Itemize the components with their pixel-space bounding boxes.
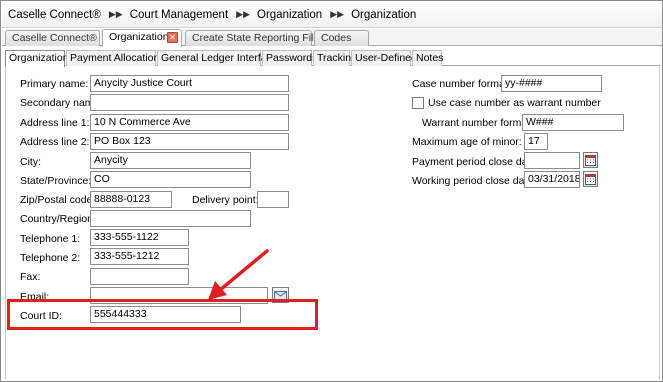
state-label: State/Province: [20,175,92,187]
use-case-number-warrant-label: Use case number as warrant number [428,97,601,109]
breadcrumb-item-organization-current[interactable]: Organization [351,9,416,21]
case-number-format-label: Case number format: [412,78,511,90]
subtab-notes[interactable]: Notes [412,50,443,66]
breadcrumb-item-court-management[interactable]: Court Management [130,9,228,21]
court-id-label: Court ID: [20,310,63,322]
country-field[interactable] [90,210,251,227]
payment-period-calendar-button[interactable] [583,152,598,168]
fax-label: Fax: [20,271,41,283]
secondary-name-field[interactable] [90,94,289,111]
email-field[interactable] [90,287,268,304]
address-line2-field[interactable]: PO Box 123 [90,133,289,150]
warrant-number-format-field[interactable]: W### [522,114,624,131]
zip-field[interactable]: 88888-0123 [90,191,172,208]
warrant-number-format-label: Warrant number format: [422,117,534,129]
tab-codes[interactable]: Codes [314,30,369,46]
telephone1-label: Telephone 1: [20,233,81,245]
breadcrumb: Caselle Connect® ▶▶ Court Management ▶▶ … [2,2,662,28]
subtab-tracking[interactable]: Tracking [313,50,357,66]
max-age-minor-label: Maximum age of minor: [412,136,522,148]
document-tabs: Caselle Connect® Organization ✕ Create St… [2,29,662,47]
working-period-close-label: Working period close date: [412,175,537,187]
working-period-calendar-button[interactable] [583,171,598,187]
tab-organization[interactable]: Organization ✕ [102,29,182,47]
delivery-point-field[interactable] [257,191,289,208]
city-field[interactable]: Anycity [90,152,251,169]
country-label: Country/Region: [20,213,96,225]
tab-label: Create State Reporting File [192,32,320,44]
chevron-right-icon: ▶▶ [330,9,345,19]
telephone2-field[interactable]: 333-555-1212 [90,248,189,265]
close-icon[interactable]: ✕ [167,32,178,43]
address-line1-label: Address line 1: [20,117,90,129]
address-line1-field[interactable]: 10 N Commerce Ave [90,114,289,131]
envelope-icon [274,291,287,300]
telephone1-field[interactable]: 333-555-1122 [90,229,189,246]
tab-label: Codes [321,32,352,44]
subtab-general-ledger-interface[interactable]: General Ledger Interface [157,50,278,66]
tab-label: Caselle Connect® [12,32,97,44]
case-number-format-field[interactable]: yy-#### [501,75,602,92]
app-window: Caselle Connect® ▶▶ Court Management ▶▶ … [0,0,663,382]
tab-create-state-reporting-file[interactable]: Create State Reporting File [185,30,319,46]
breadcrumb-item-organization[interactable]: Organization [257,9,322,21]
address-line2-label: Address line 2: [20,136,90,148]
chevron-right-icon: ▶▶ [108,9,123,19]
tab-label: Organization [109,31,169,43]
zip-label: Zip/Postal code: [20,194,96,206]
section-tabs: Organization Payment Allocations General… [5,50,660,67]
city-label: City: [20,156,41,168]
telephone2-label: Telephone 2: [20,252,81,264]
subtab-organization[interactable]: Organization [5,50,69,67]
tab-caselle-connect[interactable]: Caselle Connect® [5,30,100,46]
use-case-number-warrant-checkbox[interactable] [412,97,424,109]
calendar-icon [585,174,596,185]
court-id-field[interactable]: 555444333 [90,306,241,323]
send-email-button[interactable] [272,287,289,303]
chevron-right-icon: ▶▶ [236,9,250,19]
subtab-passwords[interactable]: Passwords [262,50,317,66]
fax-field[interactable] [90,268,189,285]
payment-period-close-label: Payment period close date: [412,156,540,168]
subtab-user-defined[interactable]: User-Defined [351,50,417,66]
subtab-payment-allocations[interactable]: Payment Allocations [66,50,165,66]
calendar-icon [585,155,596,166]
primary-name-field[interactable]: Anycity Justice Court [90,75,289,92]
breadcrumb-item-caselle[interactable]: Caselle Connect® [8,9,101,21]
payment-period-close-field[interactable] [524,152,580,169]
delivery-point-label: Delivery point: [192,194,259,206]
state-field[interactable]: CO [90,171,251,188]
max-age-minor-field[interactable]: 17 [524,133,548,150]
email-label: Email: [20,291,50,303]
working-period-close-field[interactable]: 03/31/2018 [524,171,580,188]
primary-name-label: Primary name: [20,78,89,90]
